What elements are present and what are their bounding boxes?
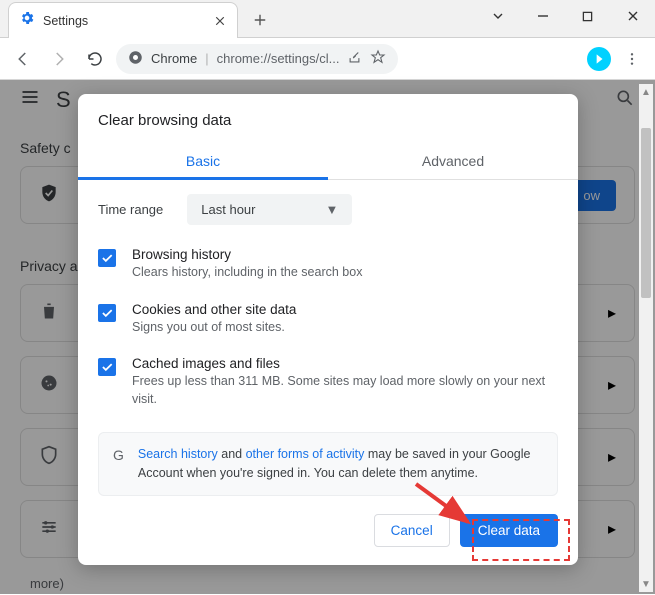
google-g-icon: G xyxy=(113,445,124,466)
settings-gear-icon xyxy=(19,10,35,31)
menu-dots-icon[interactable] xyxy=(617,44,647,74)
vertical-scrollbar[interactable]: ▲ ▼ xyxy=(639,84,653,592)
clear-browsing-data-dialog: Clear browsing data Basic Advanced Time … xyxy=(78,94,578,565)
reload-button[interactable] xyxy=(80,44,110,74)
option-subtitle: Clears history, including in the search … xyxy=(132,264,362,282)
bookmark-star-icon[interactable] xyxy=(370,49,386,68)
time-range-label: Time range xyxy=(98,202,163,217)
browser-toolbar: Chrome | chrome://settings/cl... xyxy=(0,38,655,80)
cancel-button[interactable]: Cancel xyxy=(374,514,450,547)
close-tab-icon[interactable] xyxy=(213,14,227,28)
option-browsing-history[interactable]: Browsing history Clears history, includi… xyxy=(98,237,558,292)
scroll-up-icon[interactable]: ▲ xyxy=(639,84,653,100)
option-title: Browsing history xyxy=(132,247,362,262)
extension-icon[interactable] xyxy=(587,47,611,71)
forward-button[interactable] xyxy=(44,44,74,74)
maximize-button[interactable] xyxy=(565,0,610,32)
address-url: chrome://settings/cl... xyxy=(217,51,340,66)
checkbox-checked-icon[interactable] xyxy=(98,249,116,267)
window-titlebar: Settings xyxy=(0,0,655,38)
clear-data-button[interactable]: Clear data xyxy=(460,514,558,547)
link-search-history[interactable]: Search history xyxy=(138,447,218,461)
time-range-value: Last hour xyxy=(201,202,255,217)
tab-basic[interactable]: Basic xyxy=(78,143,328,179)
chrome-logo-icon xyxy=(128,50,143,68)
option-title: Cached images and files xyxy=(132,356,558,371)
scroll-down-icon[interactable]: ▼ xyxy=(639,576,653,592)
tab-title: Settings xyxy=(43,14,205,28)
browser-tab[interactable]: Settings xyxy=(8,2,238,38)
dialog-title: Clear browsing data xyxy=(78,94,578,143)
close-window-button[interactable] xyxy=(610,0,655,32)
address-bar[interactable]: Chrome | chrome://settings/cl... xyxy=(116,44,398,74)
time-range-select[interactable]: Last hour ▼ xyxy=(187,194,352,225)
google-account-notice: G Search history and other forms of acti… xyxy=(98,432,558,496)
dialog-tabs: Basic Advanced xyxy=(78,143,578,180)
option-cookies[interactable]: Cookies and other site data Signs you ou… xyxy=(98,292,558,347)
option-cached-images[interactable]: Cached images and files Frees up less th… xyxy=(98,346,558,418)
dropdown-caret-icon: ▼ xyxy=(325,202,338,217)
checkbox-checked-icon[interactable] xyxy=(98,304,116,322)
option-subtitle: Frees up less than 311 MB. Some sites ma… xyxy=(132,373,558,408)
new-tab-button[interactable] xyxy=(246,6,274,34)
share-icon[interactable] xyxy=(347,50,362,68)
minimize-button[interactable] xyxy=(520,0,565,32)
option-subtitle: Signs you out of most sites. xyxy=(132,319,296,337)
address-scheme: Chrome xyxy=(151,51,197,66)
option-title: Cookies and other site data xyxy=(132,302,296,317)
scrollbar-thumb[interactable] xyxy=(641,128,651,298)
tab-advanced[interactable]: Advanced xyxy=(328,143,578,179)
notice-text: Search history and other forms of activi… xyxy=(138,445,543,483)
caret-down-icon[interactable] xyxy=(475,0,520,32)
window-controls xyxy=(475,0,655,32)
checkbox-checked-icon[interactable] xyxy=(98,358,116,376)
link-other-activity[interactable]: other forms of activity xyxy=(246,447,365,461)
back-button[interactable] xyxy=(8,44,38,74)
